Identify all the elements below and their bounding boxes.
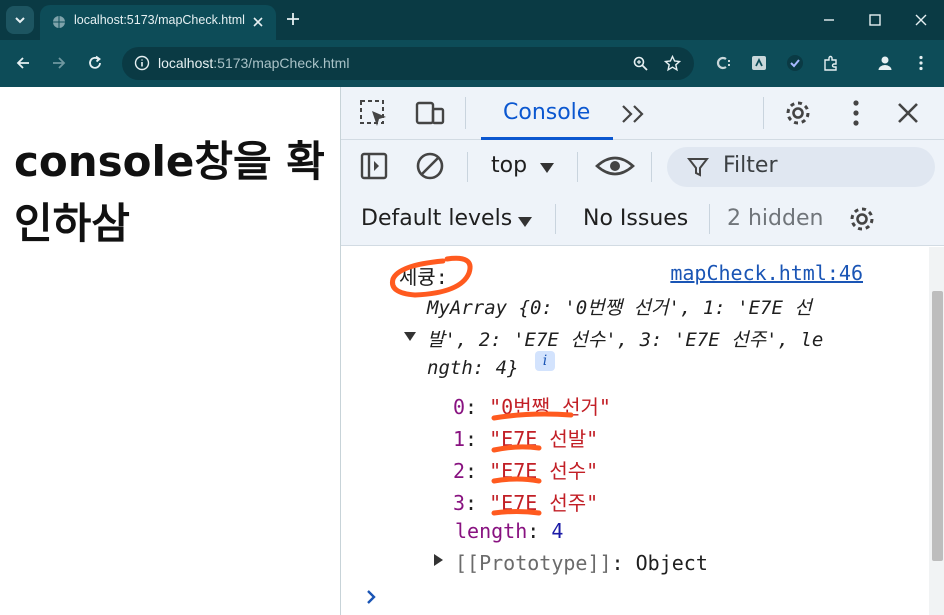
object-preview-line[interactable]: 발', 2: 'E7E 선수', 3: 'E7E 선주', le [427,325,823,352]
length-row: length: 4 [455,519,564,543]
extension-check-icon[interactable] [786,54,804,72]
info-icon[interactable] [134,55,150,71]
inspect-element-icon[interactable] [359,99,389,129]
filter-placeholder: Filter [723,153,778,178]
extension-square-icon[interactable] [750,54,768,72]
toolbar-divider [709,204,710,234]
close-icon[interactable] [250,14,266,30]
sidebar-toggle-icon[interactable] [359,151,389,181]
expand-triangle-icon[interactable] [403,329,417,343]
toolbar-divider [465,97,466,129]
object-preview-line[interactable]: ngth: 4} [427,357,519,379]
caret-down-icon [518,217,532,227]
property-row: 2: "E7E 선수" [453,459,599,483]
tab-title: localhost:5173/mapCheck.html [74,13,245,27]
devtools-panel: Console top Filter Default levels No Iss… [340,87,944,615]
property-row: 0: "0번쨍 선거" [453,395,611,419]
collapse-triangle-icon[interactable] [431,553,445,567]
page-heading: console창을 확인하삼 [14,137,325,248]
more-options-icon[interactable] [841,98,871,128]
globe-icon [53,16,65,28]
hidden-messages-count: 2 hidden [727,206,824,231]
tab-search-button[interactable] [6,6,34,34]
issues-counter[interactable]: No Issues [583,206,688,231]
console-prompt-chevron-icon[interactable] [363,589,379,605]
toolbar-divider [577,152,578,182]
toolbar-divider [651,152,652,182]
filter-input[interactable]: Filter [667,147,935,187]
close-devtools-icon[interactable] [893,98,923,128]
property-row: 3: "E7E 선주" [453,491,599,515]
puzzle-icon[interactable] [822,54,840,72]
console-scrollbar[interactable] [929,247,944,615]
plus-icon[interactable] [284,10,302,28]
address-bar[interactable]: localhost:5173/mapCheck.html [122,47,694,80]
tab-console[interactable]: Console [481,87,613,140]
arrow-right-icon[interactable] [50,54,68,72]
scrollbar-thumb[interactable] [932,291,943,561]
property-row: 1: "E7E 선발" [453,427,599,451]
profile-icon[interactable] [876,54,894,72]
url-text[interactable]: localhost:5173/mapCheck.html [158,55,349,71]
extension-c-icon[interactable] [714,54,732,72]
page-viewport: console창을 확인하삼 [0,87,340,615]
prototype-row[interactable]: [[Prototype]]: Object [455,551,708,575]
console-toolbar-secondary: Default levels No Issues 2 hidden [341,192,944,246]
settings-gear-icon[interactable] [783,98,813,128]
chevron-down-icon [15,17,25,24]
devtools-tab-bar: Console [341,87,944,140]
log-label: 세큥: [399,265,448,289]
context-label: top [491,153,528,178]
browser-tab-bar: localhost:5173/mapCheck.html [0,0,944,40]
clear-console-icon[interactable] [415,151,445,181]
info-badge[interactable]: i [535,351,555,371]
browser-tab-active[interactable]: localhost:5173/mapCheck.html [40,5,276,40]
source-link[interactable]: mapCheck.html:46 [670,261,863,285]
reload-icon[interactable] [86,54,104,72]
log-levels-dropdown[interactable]: Default levels [361,192,541,246]
log-levels-label: Default levels [361,206,513,231]
filter-icon [687,158,709,177]
console-settings-gear-icon[interactable] [847,204,877,234]
window-close-icon[interactable] [912,11,930,29]
toolbar-divider [467,152,468,182]
more-tabs-chevron-icon[interactable] [619,99,649,129]
console-output: 세큥: mapCheck.html:46 MyArray {0: '0번쨍 선거… [341,247,944,615]
console-toolbar: top Filter [341,140,944,192]
toolbar-divider [555,204,556,234]
object-preview-line[interactable]: MyArray {0: '0번쨍 선거', 1: 'E7E 선 [427,293,812,320]
more-vert-icon[interactable] [912,54,930,72]
tab-console-label: Console [503,100,591,125]
arrow-left-icon[interactable] [14,54,32,72]
toolbar-divider [763,97,764,129]
minimize-icon[interactable] [820,11,838,29]
eye-icon[interactable] [595,151,635,181]
context-selector[interactable]: top [491,140,571,192]
star-icon[interactable] [664,55,681,72]
maximize-icon[interactable] [866,11,884,29]
zoom-icon[interactable] [632,55,649,72]
device-toolbar-icon[interactable] [415,99,445,129]
caret-down-icon [540,163,554,173]
